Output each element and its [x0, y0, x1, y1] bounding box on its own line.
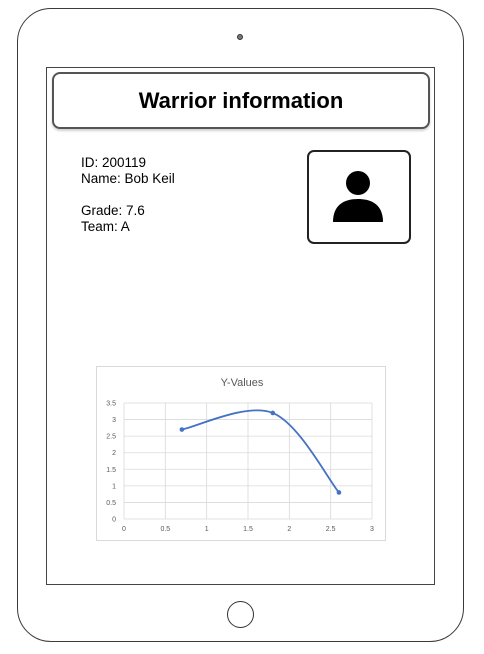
x-tick-label: 3: [370, 526, 374, 533]
home-button[interactable]: [227, 601, 254, 628]
data-point: [179, 427, 185, 432]
x-tick-label: 0.5: [160, 526, 170, 533]
series-line: [181, 409, 340, 494]
x-tick-label: 2: [287, 526, 291, 533]
y-tick-label: 0.5: [106, 500, 116, 507]
x-tick-label: 0: [122, 526, 126, 533]
y-tick-label: 1: [112, 483, 116, 490]
y-tick-label: 1.5: [106, 467, 116, 474]
avatar: [307, 150, 411, 244]
chart: Y-Values 0 0.5 1 1.5 2 2.5 3 0 0.5 1 1.5 2 2.5 3 3.5: [96, 366, 386, 541]
y-tick-label: 3.5: [106, 401, 116, 408]
warrior-grade: Grade: 7.6: [81, 203, 145, 218]
camera-icon: [237, 34, 243, 40]
data-point: [336, 490, 342, 495]
chart-title: Y-Values: [221, 377, 264, 389]
data-point: [270, 410, 276, 416]
x-tick-label: 1.5: [243, 526, 253, 533]
x-tick-label: 2.5: [326, 526, 336, 533]
y-tick-label: 2: [112, 450, 116, 457]
person-icon: [333, 171, 383, 222]
warrior-team: Team: A: [81, 219, 130, 234]
y-tick-label: 0: [112, 517, 116, 524]
x-tick-label: 1: [205, 526, 209, 533]
y-tick-label: 2.5: [106, 434, 116, 441]
y-tick-label: 3: [112, 417, 116, 424]
warrior-name: Name: Bob Keil: [81, 171, 175, 186]
title-banner: Warrior information: [52, 72, 430, 129]
chart-svg: Y-Values 0 0.5 1 1.5 2 2.5 3 0 0.5 1 1.5 2 2.5 3 3.5: [106, 377, 374, 533]
warrior-id: ID: 200119: [81, 155, 147, 170]
page-title: Warrior information: [138, 88, 344, 113]
